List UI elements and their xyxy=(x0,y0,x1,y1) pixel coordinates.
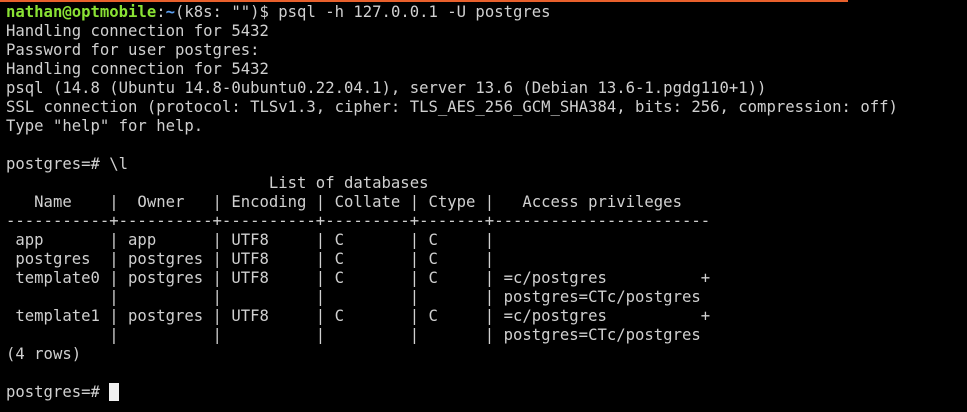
output-line: psql (14.8 (Ubuntu 14.8-0ubuntu0.22.04.1… xyxy=(6,79,767,97)
terminal-window[interactable]: nathan@optmobile:~(k8s: "")$ psql -h 127… xyxy=(0,0,967,412)
table-header-row: Name | Owner | Encoding | Collate | Ctyp… xyxy=(6,193,682,211)
prompt-separator: : xyxy=(156,3,166,21)
psql-prompt: postgres=# xyxy=(6,155,110,173)
table-separator-row: -----------+----------+----------+------… xyxy=(6,212,711,230)
table-row: app | app | UTF8 | C | C | xyxy=(6,231,495,249)
psql-command-line: postgres=# \l xyxy=(6,155,967,174)
terminal-top-accent-bar xyxy=(0,0,848,2)
output-line: Type "help" for help. xyxy=(6,117,204,135)
table-row: template0 | postgres | UTF8 | C | C | =c… xyxy=(6,269,711,287)
prompt-user-host: nathan@optmobile xyxy=(6,3,157,21)
table-row: postgres | postgres | UTF8 | C | C | xyxy=(6,250,495,268)
prompt-suffix: (k8s: "")$ xyxy=(175,3,279,21)
shell-prompt-line: nathan@optmobile:~(k8s: "")$ psql -h 127… xyxy=(6,3,967,22)
table-row: | | | | | postgres=CTc/postgres xyxy=(6,288,701,306)
table-row: | | | | | postgres=CTc/postgres xyxy=(6,326,701,344)
text-cursor[interactable] xyxy=(109,383,120,401)
psql-prompt: postgres=# xyxy=(6,383,110,401)
table-title: List of databases xyxy=(6,174,429,192)
prompt-command: psql -h 127.0.0.1 -U postgres xyxy=(278,3,551,21)
output-line: SSL connection (protocol: TLSv1.3, ciphe… xyxy=(6,98,898,116)
psql-input-line[interactable]: postgres=# xyxy=(6,383,967,402)
output-line: Handling connection for 5432 xyxy=(6,60,269,78)
output-line: Handling connection for 5432 xyxy=(6,22,269,40)
prompt-path: ~ xyxy=(165,3,175,21)
output-line: Password for user postgres: xyxy=(6,41,260,59)
table-row: template1 | postgres | UTF8 | C | C | =c… xyxy=(6,307,711,325)
psql-command: \l xyxy=(109,155,129,173)
row-count: (4 rows) xyxy=(6,345,82,363)
